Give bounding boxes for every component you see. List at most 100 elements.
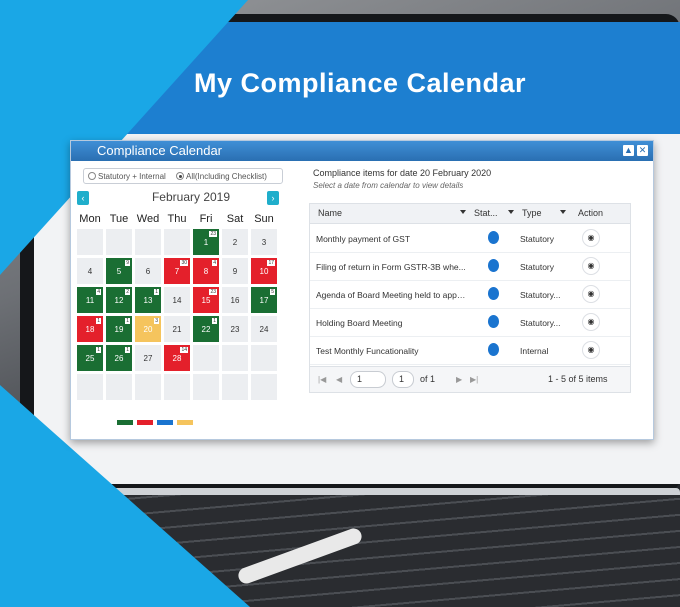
table-row[interactable]: Agenda of Board Meeting held to appr... … — [310, 281, 630, 309]
first-page-icon[interactable]: |◀ — [318, 375, 326, 384]
day-badge: 4 — [96, 289, 101, 295]
calendar-day[interactable]: 59 — [106, 258, 132, 284]
status-indicator — [488, 231, 499, 244]
day-number: 23 — [230, 324, 240, 334]
eye-icon[interactable]: ◉ — [582, 285, 600, 303]
month-title: February 2019 — [151, 190, 231, 204]
status-indicator — [488, 259, 499, 272]
day-number: 5 — [116, 266, 122, 276]
type-filter-icon[interactable] — [560, 210, 566, 214]
filter-radio-group: Statutory + Internal All(Including Check… — [83, 168, 283, 184]
calendar-empty-cell — [106, 374, 132, 400]
prev-month-button[interactable]: ‹ — [77, 191, 89, 205]
items-summary: 1 - 5 of 5 items — [548, 374, 608, 384]
calendar-day[interactable]: 22 1 — [193, 316, 219, 342]
calendar-day[interactable]: 14 — [164, 287, 190, 313]
day-number: 12 — [114, 295, 124, 305]
row-name: Holding Board Meeting — [316, 318, 403, 328]
eye-icon[interactable]: ◉ — [582, 229, 600, 247]
calendar-day[interactable]: 27 — [135, 345, 161, 371]
row-name: Monthly payment of GST — [316, 234, 411, 244]
calendar-empty-cell — [193, 374, 219, 400]
legend-swatch-yellow — [177, 420, 193, 425]
calendar-day[interactable]: 17 5 — [251, 287, 277, 313]
calendar-day[interactable]: 11 4 — [77, 287, 103, 313]
collapse-icon[interactable]: ▲ — [623, 145, 634, 156]
name-filter-icon[interactable] — [460, 210, 466, 214]
day-number: 16 — [230, 295, 240, 305]
prev-page-icon[interactable]: ◀ — [336, 375, 342, 384]
day-number: 10 — [259, 266, 269, 276]
calendar-empty-cell — [251, 345, 277, 371]
calendar-day[interactable]: 10 17 — [251, 258, 277, 284]
calendar-day[interactable]: 21 — [164, 316, 190, 342]
column-name[interactable]: Name — [318, 208, 342, 218]
eye-icon[interactable]: ◉ — [582, 257, 600, 275]
eye-icon[interactable]: ◉ — [582, 341, 600, 359]
calendar-empty-cell — [77, 229, 103, 255]
calendar-day[interactable]: 25 1 — [77, 345, 103, 371]
day-number: 3 — [261, 237, 267, 247]
radio-all-checklist-label: All(Including Checklist) — [186, 172, 267, 181]
calendar-day[interactable]: 6 — [135, 258, 161, 284]
calendar-day[interactable]: 3 — [251, 229, 277, 255]
calendar-day[interactable]: 9 — [222, 258, 248, 284]
table-row[interactable]: Test Monthly Funcationality Internal ◉ — [310, 337, 630, 365]
status-indicator — [488, 343, 499, 356]
calendar-day[interactable]: 23 — [222, 316, 248, 342]
calendar-day[interactable]: 13 1 — [135, 287, 161, 313]
eye-icon[interactable]: ◉ — [582, 313, 600, 331]
calendar-day-selected[interactable]: 20 3 — [135, 316, 161, 342]
calendar-day[interactable]: 1 23 — [193, 229, 219, 255]
calendar-day[interactable]: 24 — [251, 316, 277, 342]
calendar-day[interactable]: 26 1 — [106, 345, 132, 371]
column-status[interactable]: Stat... — [474, 208, 498, 218]
weekday-tue: Tue — [109, 213, 129, 225]
column-action: Action — [578, 208, 604, 218]
table-row[interactable]: Filing of return in Form GSTR-3B whe... … — [310, 253, 630, 281]
calendar-day[interactable]: 4 — [77, 258, 103, 284]
next-month-button[interactable]: › — [267, 191, 279, 205]
day-badge: 14 — [180, 347, 188, 353]
calendar-empty-cell — [164, 229, 190, 255]
weekday-fri: Fri — [199, 213, 213, 225]
close-icon[interactable]: ✕ — [637, 145, 648, 156]
calendar-empty-cell — [251, 374, 277, 400]
calendar-empty-cell — [106, 229, 132, 255]
calendar-empty-cell — [222, 374, 248, 400]
day-number: 27 — [143, 353, 153, 363]
page-size-input[interactable]: 1 — [392, 371, 414, 388]
calendar-day[interactable]: 16 — [222, 287, 248, 313]
compliance-calendar-window: Compliance Calendar ▲ ✕ Statutory + Inte… — [70, 140, 654, 440]
last-page-icon[interactable]: ▶| — [470, 375, 478, 384]
legend-swatch-blue — [157, 420, 173, 425]
radio-all-checklist[interactable] — [176, 172, 184, 180]
calendar-day[interactable]: 7 30 — [164, 258, 190, 284]
calendar-day[interactable]: 84 — [193, 258, 219, 284]
status-indicator — [488, 287, 499, 300]
radio-statutory-internal[interactable] — [88, 172, 96, 180]
table-row[interactable]: Monthly payment of GST Statutory ◉ — [310, 225, 630, 253]
window-titlebar: Compliance Calendar ▲ ✕ — [71, 141, 653, 161]
calendar-day[interactable]: 19 1 — [106, 316, 132, 342]
calendar-empty-cell — [77, 374, 103, 400]
calendar-empty-cell — [193, 345, 219, 371]
calendar-day[interactable]: 15 23 — [193, 287, 219, 313]
day-badge: 1 — [154, 289, 159, 295]
selected-date-header: Compliance items for date 20 February 20… — [313, 168, 492, 178]
column-type[interactable]: Type — [522, 208, 542, 218]
next-page-icon[interactable]: ▶ — [456, 375, 462, 384]
calendar-day[interactable]: 2 — [222, 229, 248, 255]
page-number-input[interactable]: 1 — [350, 371, 386, 388]
calendar-day[interactable]: 28 14 — [164, 345, 190, 371]
calendar-day[interactable]: 12 2 — [106, 287, 132, 313]
calendar-day[interactable]: 18 1 — [77, 316, 103, 342]
status-filter-icon[interactable] — [508, 210, 514, 214]
day-number: 22 — [201, 324, 211, 334]
table-row[interactable]: Holding Board Meeting Statutory... ◉ — [310, 309, 630, 337]
day-number: 9 — [232, 266, 238, 276]
day-badge: 1 — [96, 347, 101, 353]
legend-swatch-green — [117, 420, 133, 425]
weekday-thu: Thu — [167, 213, 187, 225]
day-badge: 23 — [209, 289, 217, 295]
